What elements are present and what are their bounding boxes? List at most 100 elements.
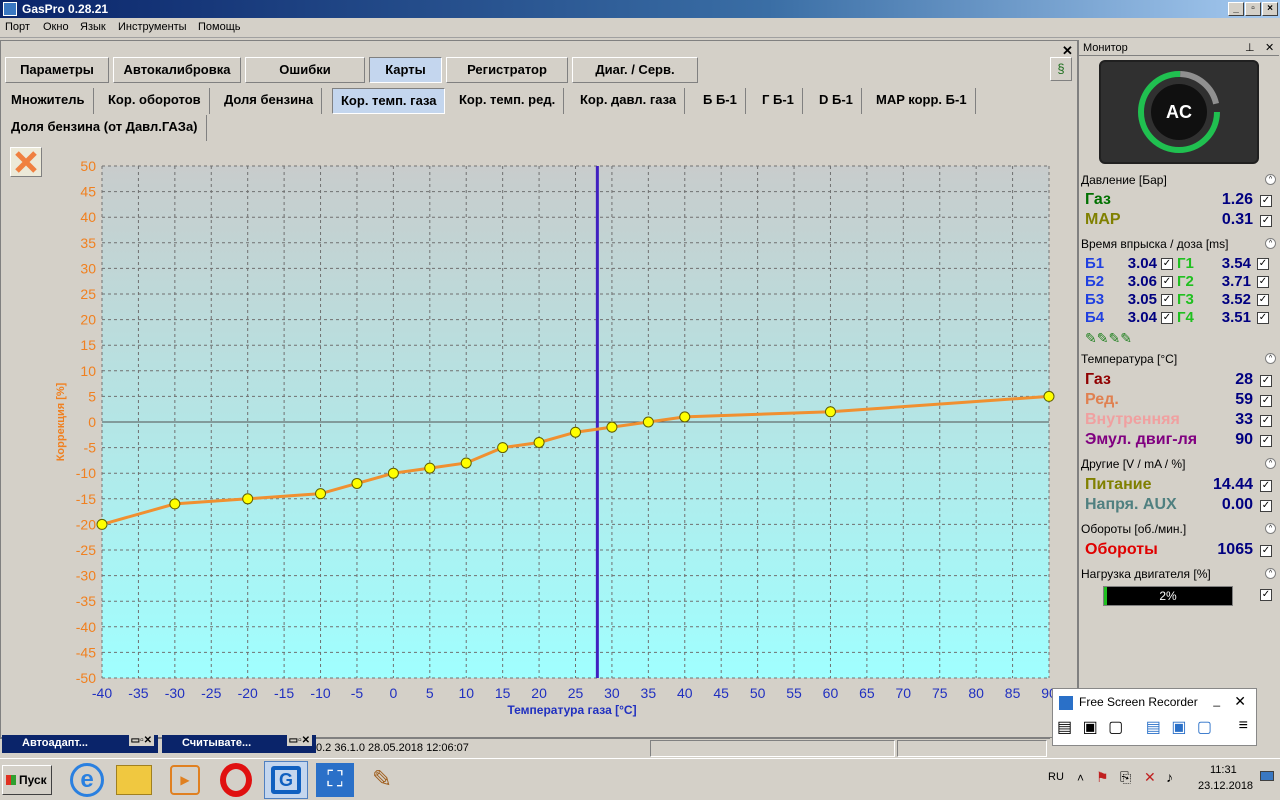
menu-language[interactable]: Язык <box>80 21 106 33</box>
y-tick-label: 45 <box>80 184 96 200</box>
record-region-icon[interactable]: ▢ <box>1108 719 1123 736</box>
menu-bar: Порт Окно Язык Инструменты Помощь <box>0 18 1280 38</box>
temperature-checkbox[interactable]: ✓ <box>1260 415 1272 427</box>
x-tick-label: 20 <box>531 685 547 701</box>
pressure-map-checkbox[interactable]: ✓ <box>1260 215 1272 227</box>
data-point <box>570 426 581 438</box>
clear-map-button[interactable] <box>10 147 42 177</box>
x-tick-label: 80 <box>968 685 984 701</box>
injector-gas-value: 3.52 <box>1221 291 1251 308</box>
tab-petrol-share[interactable]: Доля бензина <box>216 88 323 114</box>
tab-d-b1[interactable]: D Б-1 <box>811 88 862 114</box>
y-tick-label: -35 <box>76 593 96 609</box>
injector-petrol-checkbox[interactable]: ✓ <box>1161 312 1173 324</box>
temperature-checkbox[interactable]: ✓ <box>1260 435 1272 447</box>
pressure-map-label: MAP <box>1085 211 1121 228</box>
opera-icon[interactable] <box>220 763 252 797</box>
recorder-menu-icon[interactable]: ≡ <box>1239 717 1248 735</box>
other-collapse-icon[interactable]: ^ <box>1265 458 1276 469</box>
maximize-button[interactable]: ▫ <box>1245 2 1261 16</box>
menu-tools[interactable]: Инструменты <box>118 21 187 33</box>
tab-diag-service[interactable]: Диаг. / Серв. <box>572 57 698 83</box>
tab-gas-temp-correction[interactable]: Кор. темп. газа <box>332 88 446 114</box>
tray-network-icon[interactable]: ✕ <box>1144 769 1156 786</box>
title-bar: GasPro 0.28.21 _ ▫ × <box>0 0 1280 18</box>
menu-window[interactable]: Окно <box>43 21 69 33</box>
x-tick-label: -10 <box>310 685 330 701</box>
tab-autocalibration[interactable]: Автокалибровка <box>113 57 241 83</box>
injector-petrol-value: 3.05 <box>1127 291 1157 308</box>
tray-device-icon[interactable]: ⎘ <box>1120 769 1131 786</box>
recorder-close-icon[interactable]: ✕ <box>1234 693 1246 710</box>
injector-petrol-checkbox[interactable]: ✓ <box>1161 258 1173 270</box>
tab-multiplier[interactable]: Множитель <box>3 88 94 114</box>
tray-expand-icon[interactable]: ˄ <box>1077 771 1084 785</box>
record-area-icon[interactable]: ▣ <box>1083 719 1098 736</box>
pressure-gas-checkbox[interactable]: ✓ <box>1260 195 1272 207</box>
gas-temp-correction-chart[interactable]: 50454035302520151050-5-10-15-20-25-30-35… <box>40 150 1070 730</box>
load-collapse-icon[interactable]: ^ <box>1265 568 1276 579</box>
tab-maps[interactable]: Карты <box>369 57 442 83</box>
minimize-button[interactable]: _ <box>1228 2 1244 16</box>
close-button[interactable]: × <box>1262 2 1278 16</box>
gaspro-taskbar-icon[interactable]: G <box>264 761 308 799</box>
pin-icon[interactable]: ⊥ <box>1245 41 1255 54</box>
screenshot-area-icon[interactable]: ▣ <box>1171 719 1186 736</box>
recorder-minimize-icon[interactable]: _ <box>1213 693 1220 707</box>
other-checkbox[interactable]: ✓ <box>1260 500 1272 512</box>
temperature-checkbox[interactable]: ✓ <box>1260 375 1272 387</box>
media-player-icon[interactable]: ▶ <box>170 765 200 795</box>
tab-g-b1[interactable]: Г Б-1 <box>754 88 803 114</box>
injector-gas-checkbox[interactable]: ✓ <box>1257 312 1269 324</box>
y-tick-label: 15 <box>80 337 96 353</box>
load-header: Нагрузка двигателя [%] <box>1081 567 1211 581</box>
rpm-checkbox[interactable]: ✓ <box>1260 545 1272 557</box>
minimized-window-reader[interactable]: Считывате... ▭▫✕ <box>162 735 316 753</box>
data-point <box>242 493 254 505</box>
injector-gas-checkbox[interactable]: ✓ <box>1257 258 1269 270</box>
tab-errors[interactable]: Ошибки <box>245 57 365 83</box>
tray-security-icon[interactable]: ⚑ <box>1096 769 1109 786</box>
tab-reducer-temp-correction[interactable]: Кор. темп. ред. <box>451 88 565 114</box>
data-point <box>460 457 472 469</box>
temperature-collapse-icon[interactable]: ^ <box>1265 353 1276 364</box>
minimized-window-autoadapt[interactable]: Автоадапт... ▭▫✕ <box>2 735 158 753</box>
app-icon <box>3 2 17 16</box>
injector-gas-checkbox[interactable]: ✓ <box>1257 294 1269 306</box>
internet-explorer-icon[interactable]: e <box>70 763 104 797</box>
language-indicator[interactable]: RU <box>1048 771 1064 783</box>
menu-help[interactable]: Помощь <box>198 21 241 33</box>
tab-map-correction-b1[interactable]: MAP корр. Б-1 <box>868 88 976 114</box>
tab-b-b1[interactable]: Б Б-1 <box>695 88 746 114</box>
y-tick-label: 30 <box>80 260 96 276</box>
data-point <box>497 442 509 454</box>
injector-petrol-checkbox[interactable]: ✓ <box>1161 276 1173 288</box>
screenshot-window-icon[interactable]: ▤ <box>1146 719 1161 736</box>
tab-rpm-correction[interactable]: Кор. оборотов <box>100 88 210 114</box>
monitor-close-icon[interactable]: ✕ <box>1265 41 1274 54</box>
show-desktop-icon[interactable] <box>1260 771 1274 781</box>
rpm-collapse-icon[interactable]: ^ <box>1265 523 1276 534</box>
tab-recorder[interactable]: Регистратор <box>446 57 568 83</box>
other-checkbox[interactable]: ✓ <box>1260 480 1272 492</box>
pressure-collapse-icon[interactable]: ^ <box>1265 174 1276 185</box>
tab-parameters[interactable]: Параметры <box>5 57 109 83</box>
y-tick-label: -40 <box>76 619 96 635</box>
file-explorer-icon[interactable] <box>116 765 152 795</box>
connect-icon[interactable]: § <box>1050 57 1072 81</box>
temperature-checkbox[interactable]: ✓ <box>1260 395 1272 407</box>
tray-volume-icon[interactable]: ♪ <box>1166 769 1173 785</box>
tab-gas-pressure-correction[interactable]: Кор. давл. газа <box>572 88 686 114</box>
menu-port[interactable]: Порт <box>5 21 30 33</box>
screen-recorder-taskbar-icon[interactable]: ⛶ <box>316 763 354 797</box>
load-checkbox[interactable]: ✓ <box>1260 589 1272 601</box>
start-button[interactable]: Пуск <box>2 765 52 795</box>
injection-collapse-icon[interactable]: ^ <box>1265 238 1276 249</box>
paint-icon[interactable]: ✎ <box>366 765 398 795</box>
injector-petrol-checkbox[interactable]: ✓ <box>1161 294 1173 306</box>
record-window-icon[interactable]: ▤ <box>1057 719 1072 736</box>
x-axis-label: Температура газа [°C] <box>507 703 636 717</box>
screenshot-region-icon[interactable]: ▢ <box>1197 719 1212 736</box>
tab-petrol-share-gas-pressure[interactable]: Доля бензина (от Давл.ГАЗа) <box>3 115 207 141</box>
injector-gas-checkbox[interactable]: ✓ <box>1257 276 1269 288</box>
